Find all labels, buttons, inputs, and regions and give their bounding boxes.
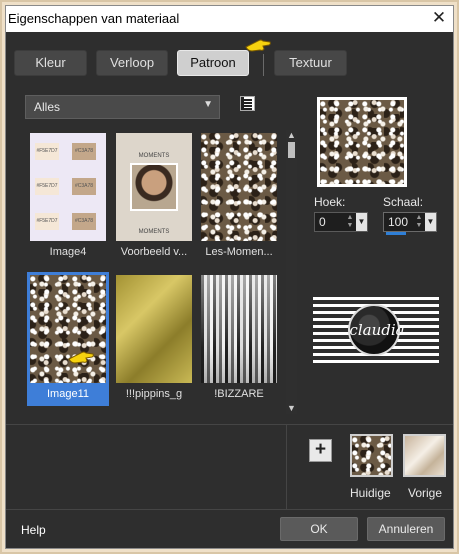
thumbnail-caption: Les-Momen...	[205, 246, 273, 258]
pointing-hand-icon	[68, 351, 94, 364]
up-down-arrows-icon[interactable]: ▲ ▼	[345, 214, 355, 230]
hoek-label: Hoek:	[314, 195, 346, 209]
moments-label: MOMENTS	[138, 229, 170, 235]
divider	[6, 424, 453, 425]
portrait-photo	[130, 163, 178, 211]
swatch-chip: #F5E7D7	[35, 213, 59, 230]
pattern-thumbnail[interactable]: !BIZZARE	[198, 272, 280, 406]
grid-scrollbar[interactable]: ▲ ▼	[286, 130, 297, 414]
pattern-image	[201, 133, 277, 241]
dialog-title: Eigenschappen van materiaal	[8, 11, 180, 26]
category-select[interactable]: Alles ▼	[25, 95, 220, 119]
pattern-thumbnail[interactable]: #F5E7D7 #C3A78 #F5E7D7 #C3A78 #F5E7D7 #C…	[27, 130, 109, 264]
pattern-image: #F5E7D7 #C3A78 #F5E7D7 #C3A78 #F5E7D7 #C…	[30, 133, 106, 241]
pattern-preview	[317, 97, 407, 187]
thumbnail-caption: Image11	[47, 388, 89, 400]
previous-swatch[interactable]	[403, 434, 446, 477]
huidige-label: Huidige	[350, 486, 391, 500]
logo-text: claudia	[349, 321, 405, 339]
pattern-image: MOMENTS MOMENTS	[116, 133, 192, 241]
scroll-down-icon[interactable]: ▼	[287, 404, 296, 413]
tab-verloop[interactable]: Verloop	[96, 50, 168, 76]
pattern-image	[116, 275, 192, 383]
material-properties-dialog: Eigenschappen van materiaal ✕ Kleur Verl…	[5, 5, 454, 549]
scrollbar-thumb[interactable]	[288, 142, 295, 158]
category-select-value: Alles	[34, 100, 61, 114]
add-icon[interactable]: +	[309, 439, 332, 462]
hoek-value: 0	[319, 215, 326, 229]
tab-divider	[263, 54, 264, 76]
vorige-label: Vorige	[408, 486, 443, 500]
swatch-chip: #F5E7D7	[35, 178, 59, 195]
current-swatch[interactable]	[350, 434, 393, 477]
swatch-chip: #C3A78	[72, 143, 96, 160]
swatch-chip: #F5E7D7	[35, 143, 59, 160]
pattern-thumbnail[interactable]: Les-Momen...	[198, 130, 280, 264]
pointing-hand-icon	[245, 39, 271, 52]
list-view-icon[interactable]	[240, 96, 255, 111]
moments-label: MOMENTS	[138, 153, 170, 159]
help-link[interactable]: Help	[21, 523, 46, 537]
current-swatch-image	[352, 436, 391, 475]
thumbnail-caption: !!!pippins_g	[125, 388, 183, 400]
focus-underline	[386, 232, 406, 235]
divider	[286, 424, 287, 509]
chevron-down-icon[interactable]: ▼	[356, 213, 367, 231]
pattern-image	[201, 275, 277, 383]
tab-kleur[interactable]: Kleur	[14, 50, 87, 76]
pattern-browser: Alles ▼ #F5E7D7 #C3A78 #F5E7D7 #C3A78 #F…	[23, 92, 298, 414]
previous-swatch-image	[405, 436, 444, 475]
schaal-label: Schaal:	[383, 195, 424, 209]
thumbnail-caption: Image4	[49, 246, 87, 258]
tab-bar: Kleur Verloop Patroon Textuur	[6, 50, 453, 76]
close-icon[interactable]: ✕	[429, 8, 449, 28]
pattern-grid: #F5E7D7 #C3A78 #F5E7D7 #C3A78 #F5E7D7 #C…	[25, 130, 283, 414]
ok-button[interactable]: OK	[280, 517, 358, 541]
tab-textuur[interactable]: Textuur	[274, 50, 347, 76]
up-down-arrows-icon[interactable]: ▲ ▼	[414, 214, 424, 230]
chevron-down-icon[interactable]: ▼	[425, 213, 436, 231]
divider	[6, 509, 453, 510]
cancel-button[interactable]: Annuleren	[367, 517, 445, 541]
pattern-thumbnail[interactable]: MOMENTS MOMENTS Voorbeeld v...	[113, 130, 195, 264]
pattern-preview-image	[320, 100, 404, 184]
pattern-thumbnail[interactable]: !!!pippins_g	[113, 272, 195, 406]
thumbnail-caption: !BIZZARE	[214, 388, 264, 400]
chevron-down-icon: ▼	[203, 99, 213, 110]
scroll-up-icon[interactable]: ▲	[287, 131, 296, 140]
hoek-stepper[interactable]: 0 ▲ ▼ ▼	[314, 212, 368, 232]
thumbnail-caption: Voorbeeld v...	[120, 246, 188, 258]
pattern-image	[30, 275, 106, 383]
swatch-chip: #C3A78	[72, 178, 96, 195]
tab-patroon[interactable]: Patroon	[177, 50, 249, 76]
pattern-thumbnail-selected[interactable]: Image11	[27, 272, 109, 406]
swatch-chip: #C3A78	[72, 213, 96, 230]
schaal-stepper[interactable]: 100 ▲ ▼ ▼	[383, 212, 437, 235]
schaal-value: 100	[388, 215, 409, 229]
title-bar: Eigenschappen van materiaal ✕	[6, 6, 453, 32]
claudia-logo: claudia	[313, 297, 439, 363]
